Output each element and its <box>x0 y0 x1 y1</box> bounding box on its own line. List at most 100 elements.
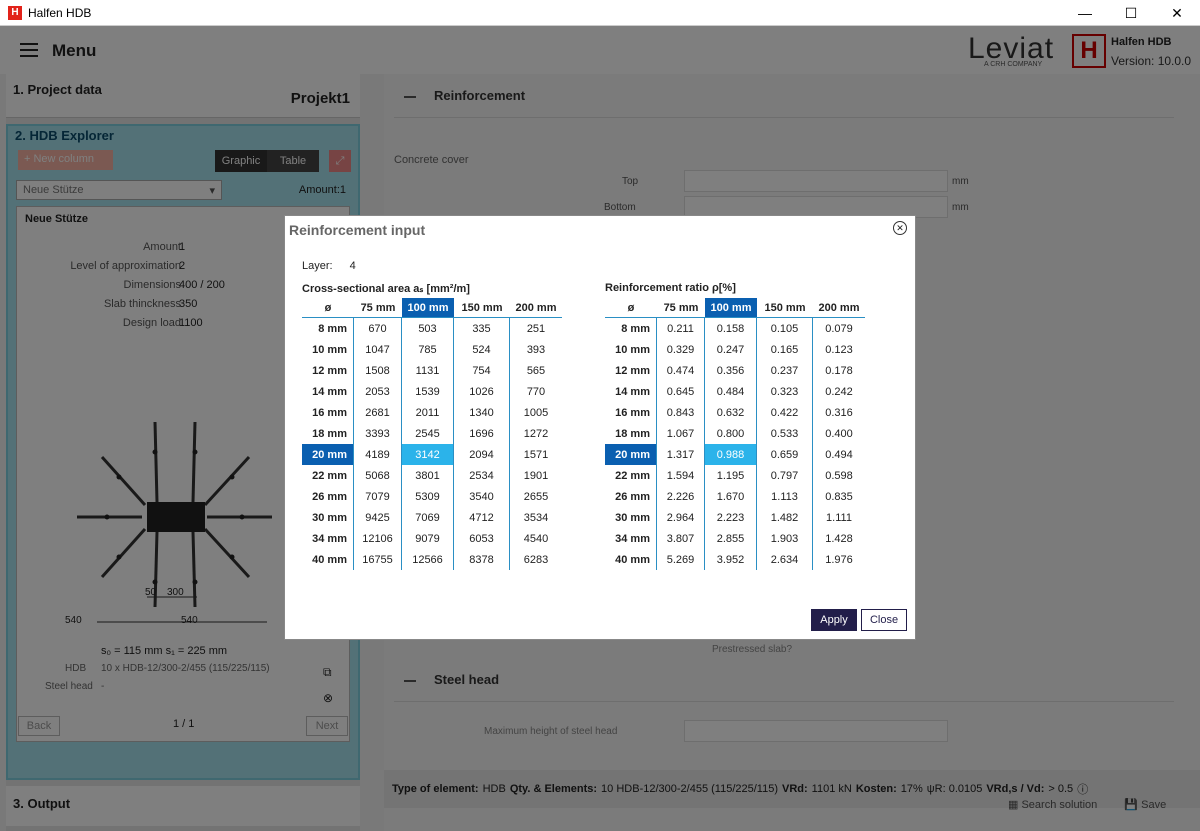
table-cell[interactable]: 2655 <box>510 486 562 507</box>
table-cell[interactable]: 0.422 <box>757 402 813 423</box>
table-cell[interactable]: 0.474 <box>657 360 705 381</box>
row-header[interactable]: 18 mm <box>302 423 354 444</box>
table-cell[interactable]: 251 <box>510 318 562 339</box>
row-header[interactable]: 34 mm <box>605 528 657 549</box>
table-cell[interactable]: 0.400 <box>813 423 865 444</box>
table-cell[interactable]: 12106 <box>354 528 402 549</box>
table-cell[interactable]: 0.533 <box>757 423 813 444</box>
table-cell[interactable]: 1.428 <box>813 528 865 549</box>
table-cell[interactable]: 0.835 <box>813 486 865 507</box>
row-header[interactable]: 20 mm <box>605 444 657 465</box>
row-header[interactable]: 26 mm <box>605 486 657 507</box>
table-cell[interactable]: 1272 <box>510 423 562 444</box>
table-cell[interactable]: 0.247 <box>705 339 757 360</box>
row-header[interactable]: 10 mm <box>605 339 657 360</box>
table-cell[interactable]: 1508 <box>354 360 402 381</box>
table-cell[interactable]: 2.634 <box>757 549 813 570</box>
table-cell[interactable]: 3142 <box>402 444 454 465</box>
table-cell[interactable]: 0.242 <box>813 381 865 402</box>
table-cell[interactable]: 1.903 <box>757 528 813 549</box>
table-cell[interactable]: 1571 <box>510 444 562 465</box>
table-cell[interactable]: 1.976 <box>813 549 865 570</box>
table-cell[interactable]: 754 <box>454 360 510 381</box>
table-cell[interactable]: 0.645 <box>657 381 705 402</box>
table-cell[interactable]: 2.964 <box>657 507 705 528</box>
row-header[interactable]: 18 mm <box>605 423 657 444</box>
table-cell[interactable]: 0.797 <box>757 465 813 486</box>
row-header[interactable]: 26 mm <box>302 486 354 507</box>
row-header[interactable]: 8 mm <box>302 318 354 339</box>
table-cell[interactable]: 4189 <box>354 444 402 465</box>
row-header[interactable]: 30 mm <box>605 507 657 528</box>
row-header[interactable]: 30 mm <box>302 507 354 528</box>
row-header[interactable]: 40 mm <box>302 549 354 570</box>
table-cell[interactable]: 2.855 <box>705 528 757 549</box>
table-cell[interactable]: 9079 <box>402 528 454 549</box>
table-cell[interactable]: 2534 <box>454 465 510 486</box>
table-cell[interactable]: 0.123 <box>813 339 865 360</box>
table-cell[interactable]: 565 <box>510 360 562 381</box>
table-cell[interactable]: 1.317 <box>657 444 705 465</box>
table-cell[interactable]: 3540 <box>454 486 510 507</box>
table-cell[interactable]: 0.316 <box>813 402 865 423</box>
row-header[interactable]: 20 mm <box>302 444 354 465</box>
table-cell[interactable]: 503 <box>402 318 454 339</box>
table-cell[interactable]: 2.226 <box>657 486 705 507</box>
table-cell[interactable]: 3534 <box>510 507 562 528</box>
table-cell[interactable]: 0.843 <box>657 402 705 423</box>
row-header[interactable]: 12 mm <box>605 360 657 381</box>
table-cell[interactable]: 1.482 <box>757 507 813 528</box>
table-cell[interactable]: 0.356 <box>705 360 757 381</box>
table-cell[interactable]: 1.594 <box>657 465 705 486</box>
row-header[interactable]: 10 mm <box>302 339 354 360</box>
table-cell[interactable]: 4540 <box>510 528 562 549</box>
table-cell[interactable]: 0.484 <box>705 381 757 402</box>
table-cell[interactable]: 0.323 <box>757 381 813 402</box>
table-cell[interactable]: 1047 <box>354 339 402 360</box>
table-cell[interactable]: 4712 <box>454 507 510 528</box>
table-cell[interactable]: 785 <box>402 339 454 360</box>
table-cell[interactable]: 1539 <box>402 381 454 402</box>
close-button[interactable]: Close <box>861 609 907 631</box>
minimize-button[interactable]: — <box>1062 0 1108 26</box>
table-cell[interactable]: 12566 <box>402 549 454 570</box>
table-cell[interactable]: 2681 <box>354 402 402 423</box>
table-cell[interactable]: 16755 <box>354 549 402 570</box>
table-cell[interactable]: 670 <box>354 318 402 339</box>
table-cell[interactable]: 3.807 <box>657 528 705 549</box>
table-cell[interactable]: 1696 <box>454 423 510 444</box>
table-cell[interactable]: 7069 <box>402 507 454 528</box>
table-cell[interactable]: 5068 <box>354 465 402 486</box>
row-header[interactable]: 14 mm <box>302 381 354 402</box>
row-header[interactable]: 12 mm <box>302 360 354 381</box>
close-dialog-icon[interactable]: ✕ <box>893 221 907 235</box>
table-cell[interactable]: 1.067 <box>657 423 705 444</box>
row-header[interactable]: 16 mm <box>302 402 354 423</box>
row-header[interactable]: 8 mm <box>605 318 657 339</box>
table-cell[interactable]: 1.113 <box>757 486 813 507</box>
table-cell[interactable]: 2545 <box>402 423 454 444</box>
table-cell[interactable]: 770 <box>510 381 562 402</box>
table-cell[interactable]: 0.988 <box>705 444 757 465</box>
table-cell[interactable]: 2.223 <box>705 507 757 528</box>
table-cell[interactable]: 5.269 <box>657 549 705 570</box>
table-cell[interactable]: 0.079 <box>813 318 865 339</box>
table-cell[interactable]: 393 <box>510 339 562 360</box>
table-cell[interactable]: 0.800 <box>705 423 757 444</box>
table-cell[interactable]: 6283 <box>510 549 562 570</box>
row-header[interactable]: 40 mm <box>605 549 657 570</box>
table-cell[interactable]: 2011 <box>402 402 454 423</box>
table-cell[interactable]: 8378 <box>454 549 510 570</box>
table-cell[interactable]: 0.105 <box>757 318 813 339</box>
close-window-button[interactable]: ✕ <box>1154 0 1200 26</box>
table-cell[interactable]: 9425 <box>354 507 402 528</box>
table-cell[interactable]: 2094 <box>454 444 510 465</box>
table-cell[interactable]: 335 <box>454 318 510 339</box>
table-cell[interactable]: 0.598 <box>813 465 865 486</box>
table-cell[interactable]: 1.195 <box>705 465 757 486</box>
table-cell[interactable]: 0.329 <box>657 339 705 360</box>
table-cell[interactable]: 1026 <box>454 381 510 402</box>
table-cell[interactable]: 0.632 <box>705 402 757 423</box>
row-header[interactable]: 16 mm <box>605 402 657 423</box>
row-header[interactable]: 14 mm <box>605 381 657 402</box>
